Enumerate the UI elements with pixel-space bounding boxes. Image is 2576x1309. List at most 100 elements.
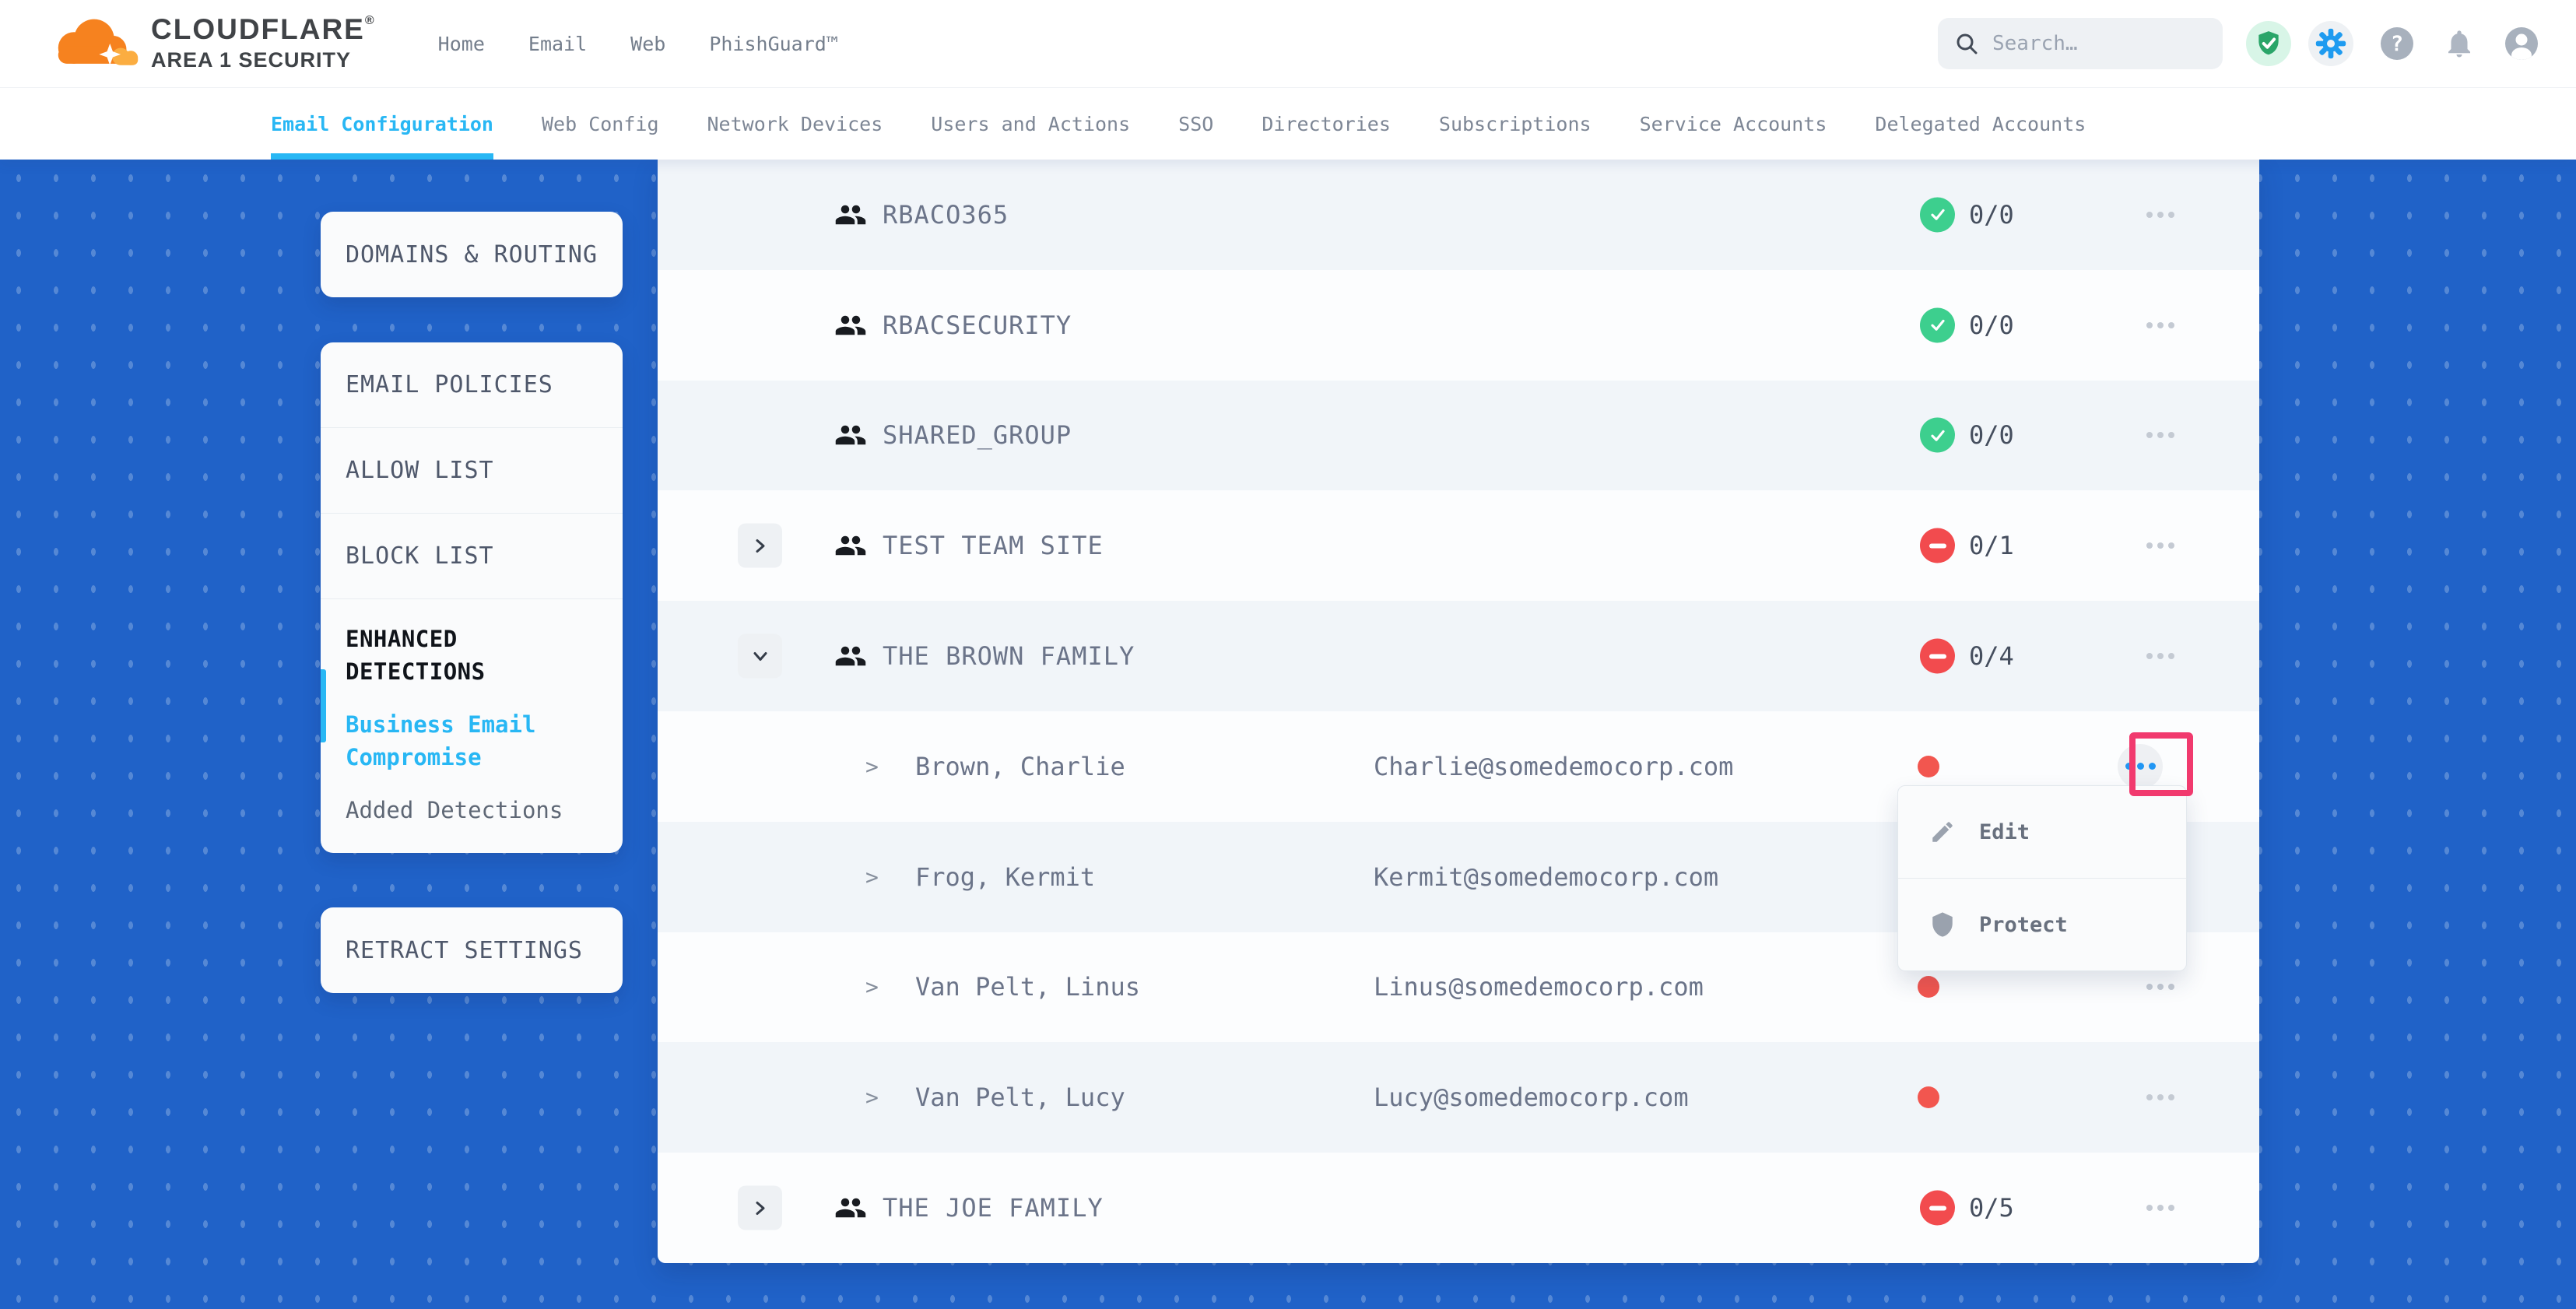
search-box[interactable]: [1938, 18, 2223, 69]
menu-item-protect[interactable]: Protect: [1898, 879, 2186, 970]
row-actions-button[interactable]: [2132, 192, 2188, 237]
question-icon: ?: [2379, 26, 2415, 61]
sidebar-item-block-list[interactable]: BLOCK LIST: [321, 514, 623, 599]
row-context-menu: Edit Protect: [1897, 785, 2187, 971]
pencil-icon: [1929, 819, 1956, 845]
tab-web-config[interactable]: Web Config: [542, 88, 659, 160]
sidebar-item-added-detections[interactable]: Added Detections: [346, 794, 598, 826]
minus-icon: [1929, 654, 1946, 658]
groups-table: RBACO365 0/0 RBACSECURITY 0/0 SHARED_GRO…: [658, 160, 2259, 1263]
sidebar-item-business-email-compromise[interactable]: Business Email Compromise: [346, 708, 598, 774]
group-name: RBACSECURITY: [883, 311, 1072, 340]
row-actions-button[interactable]: [2132, 523, 2188, 568]
row-actions-button[interactable]: [2132, 1185, 2188, 1230]
member-email: Lucy@somedemocorp.com: [1374, 1083, 1689, 1112]
svg-text:?: ?: [2391, 32, 2403, 56]
protected-count: 0/0: [1969, 200, 2014, 230]
registered-mark: ®: [365, 14, 376, 27]
protected-count: 0/5: [1969, 1193, 2014, 1223]
tab-email-configuration[interactable]: Email Configuration: [271, 88, 493, 160]
search-icon: [1955, 32, 1978, 55]
protected-count: 0/1: [1969, 531, 2014, 560]
chevron-right-icon: [754, 537, 767, 554]
group-people-icon: [834, 529, 867, 562]
table-row-group-the-joe-family[interactable]: THE JOE FAMILY 0/5: [658, 1153, 2259, 1263]
check-icon: [1927, 314, 1949, 336]
user-avatar-icon: [2504, 26, 2539, 61]
status-badge-blocked: [1920, 528, 1955, 563]
tab-service-accounts[interactable]: Service Accounts: [1640, 88, 1827, 160]
member-email: Linus@somedemocorp.com: [1374, 972, 1704, 1002]
collapse-row-button[interactable]: [738, 634, 782, 679]
menu-item-label: Protect: [1979, 913, 2068, 937]
status-dot-unprotected: [1918, 1086, 1939, 1108]
minus-icon: [1929, 543, 1946, 548]
chevron-right-icon: >: [865, 753, 879, 779]
group-people-icon: [834, 309, 867, 342]
status-badge-ok: [1920, 197, 1955, 232]
row-actions-button[interactable]: [2132, 412, 2188, 458]
settings-button[interactable]: [2308, 21, 2353, 66]
nav-phishguard[interactable]: PhishGuard™: [709, 33, 838, 55]
group-people-icon: [834, 640, 867, 672]
group-name: RBACO365: [883, 200, 1009, 230]
account-button[interactable]: [2503, 25, 2540, 62]
nav-email[interactable]: Email: [528, 33, 587, 55]
table-row-group-rbacsecurity[interactable]: RBACSECURITY 0/0: [658, 270, 2259, 381]
row-actions-button[interactable]: [2132, 964, 2188, 1009]
sidebar-item-allow-list[interactable]: ALLOW LIST: [321, 428, 623, 514]
shield-check-icon: [2254, 29, 2283, 58]
tab-directories[interactable]: Directories: [1262, 88, 1391, 160]
table-row-group-the-brown-family[interactable]: THE BROWN FAMILY 0/4: [658, 601, 2259, 711]
tab-users-and-actions[interactable]: Users and Actions: [931, 88, 1130, 160]
sidebar-item-enhanced-detections[interactable]: ENHANCED DETECTIONS: [346, 623, 598, 688]
status-badge-ok: [1920, 418, 1955, 453]
sidebar-item-email-policies[interactable]: EMAIL POLICIES: [321, 342, 623, 428]
security-status-button[interactable]: [2246, 21, 2291, 66]
header-actions: ?: [1938, 18, 2540, 69]
group-name: TEST TEAM SITE: [883, 531, 1104, 560]
chevron-right-icon: [754, 1199, 767, 1216]
tab-sso[interactable]: SSO: [1178, 88, 1213, 160]
nav-web[interactable]: Web: [630, 33, 665, 55]
sidebar-item-retract-settings[interactable]: RETRACT SETTINGS: [321, 907, 623, 993]
group-name: THE BROWN FAMILY: [883, 641, 1135, 671]
help-button[interactable]: ?: [2378, 25, 2416, 62]
table-row-group-shared-group[interactable]: SHARED_GROUP 0/0: [658, 381, 2259, 491]
expand-row-button[interactable]: [738, 1186, 782, 1230]
sidebar-group-enhanced-detections: ENHANCED DETECTIONS Business Email Compr…: [321, 599, 623, 853]
tab-delegated-accounts[interactable]: Delegated Accounts: [1875, 88, 2086, 160]
protected-count: 0/0: [1969, 420, 2014, 450]
table-row-member-van-pelt-lucy[interactable]: > Van Pelt, Lucy Lucy@somedemocorp.com: [658, 1042, 2259, 1153]
table-row-group-rbaco365[interactable]: RBACO365 0/0: [658, 160, 2259, 270]
gear-icon: [2315, 28, 2346, 59]
sidebar-item-domains-routing[interactable]: DOMAINS & ROUTING: [321, 212, 623, 297]
search-input[interactable]: [1991, 31, 2188, 56]
table-row-group-test-team-site[interactable]: TEST TEAM SITE 0/1: [658, 490, 2259, 601]
cloudflare-logo-icon: [47, 11, 140, 76]
row-actions-button[interactable]: [2132, 633, 2188, 679]
top-header: CLOUDFLARE® AREA 1 SECURITY Home Email W…: [0, 0, 2576, 88]
check-icon: [1927, 424, 1949, 446]
minus-icon: [1929, 1205, 1946, 1210]
nav-home[interactable]: Home: [438, 33, 485, 55]
status-dot-unprotected: [1918, 756, 1939, 777]
row-actions-button[interactable]: [2132, 1075, 2188, 1120]
member-email: Kermit@somedemocorp.com: [1374, 862, 1718, 892]
shield-icon: [1929, 911, 1956, 938]
group-name: THE JOE FAMILY: [883, 1193, 1104, 1223]
chevron-right-icon: >: [865, 864, 879, 890]
sidebar: DOMAINS & ROUTING EMAIL POLICIES ALLOW L…: [321, 212, 623, 993]
brand: CLOUDFLARE® AREA 1 SECURITY: [47, 11, 376, 76]
row-actions-button[interactable]: [2132, 303, 2188, 348]
notifications-button[interactable]: [2441, 25, 2478, 62]
click-target-highlight: [2129, 732, 2193, 796]
protected-count: 0/4: [1969, 641, 2014, 671]
menu-item-edit[interactable]: Edit: [1898, 786, 2186, 878]
expand-row-button[interactable]: [738, 524, 782, 568]
menu-item-label: Edit: [1979, 820, 2030, 844]
tab-subscriptions[interactable]: Subscriptions: [1439, 88, 1592, 160]
tab-network-devices[interactable]: Network Devices: [707, 88, 883, 160]
sidebar-card-retract: RETRACT SETTINGS: [321, 907, 623, 993]
group-name: SHARED_GROUP: [883, 420, 1072, 450]
